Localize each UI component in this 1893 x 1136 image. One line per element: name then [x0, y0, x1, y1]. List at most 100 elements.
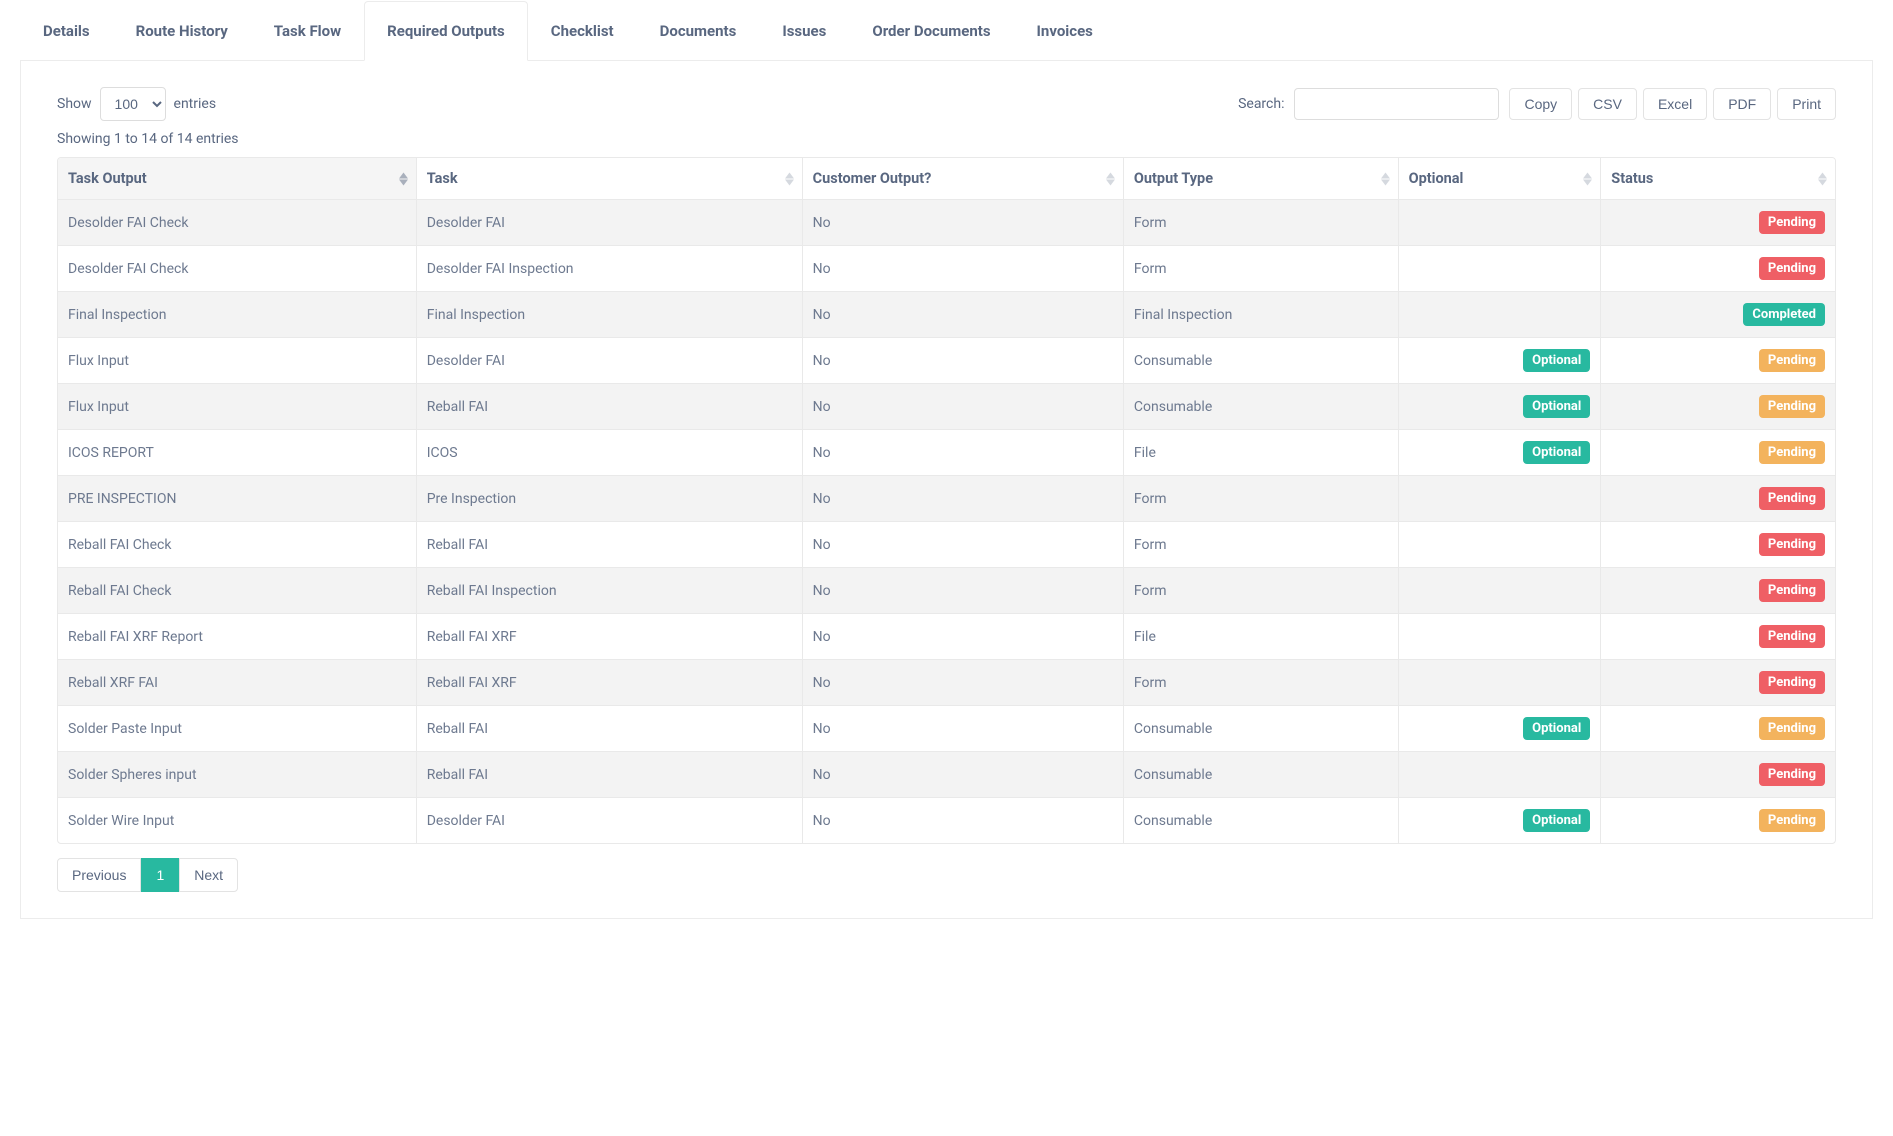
excel-button[interactable]: Excel: [1643, 88, 1707, 120]
cell-status: Pending: [1601, 706, 1835, 752]
cell-output-type: Final Inspection: [1124, 292, 1399, 338]
table-row: PRE INSPECTIONPre InspectionNoFormPendin…: [58, 476, 1835, 522]
status-badge: Pending: [1759, 395, 1825, 418]
cell-task-output: Flux Input: [58, 384, 417, 430]
controls-right: Search: CopyCSVExcelPDFPrint: [1238, 88, 1836, 120]
tab-required-outputs[interactable]: Required Outputs: [364, 1, 528, 61]
cell-task: Reball FAI: [417, 522, 803, 568]
tab-documents[interactable]: Documents: [637, 1, 760, 61]
copy-button[interactable]: Copy: [1509, 88, 1572, 120]
table-controls: Show 100 entries Search: CopyCSVExcelPDF…: [57, 87, 1836, 121]
tab-invoices[interactable]: Invoices: [1014, 1, 1116, 61]
cell-output-type: Consumable: [1124, 706, 1399, 752]
table-row: Flux InputDesolder FAINoConsumableOption…: [58, 338, 1835, 384]
optional-badge: Optional: [1523, 349, 1590, 372]
table-row: Flux InputReball FAINoConsumableOptional…: [58, 384, 1835, 430]
show-label-post: entries: [174, 96, 217, 112]
csv-button[interactable]: CSV: [1578, 88, 1637, 120]
col-task-output[interactable]: Task Output: [58, 158, 417, 200]
status-badge: Pending: [1759, 579, 1825, 602]
cell-output-type: Form: [1124, 568, 1399, 614]
col-customer-output-[interactable]: Customer Output?: [803, 158, 1124, 200]
cell-task: Final Inspection: [417, 292, 803, 338]
entries-control: Show 100 entries: [57, 87, 216, 121]
search-input[interactable]: [1294, 88, 1499, 120]
cell-task-output: Final Inspection: [58, 292, 417, 338]
cell-customer-output: No: [803, 476, 1124, 522]
cell-output-type: Form: [1124, 200, 1399, 246]
status-badge: Pending: [1759, 533, 1825, 556]
cell-output-type: File: [1124, 430, 1399, 476]
cell-output-type: Form: [1124, 522, 1399, 568]
cell-task-output: Desolder FAI Check: [58, 246, 417, 292]
tab-route-history[interactable]: Route History: [113, 1, 251, 61]
cell-optional: Optional: [1399, 430, 1602, 476]
col-optional[interactable]: Optional: [1399, 158, 1602, 200]
cell-task: Reball FAI: [417, 706, 803, 752]
table-row: Solder Paste InputReball FAINoConsumable…: [58, 706, 1835, 752]
cell-optional: [1399, 660, 1602, 706]
optional-badge: Optional: [1523, 809, 1590, 832]
cell-task-output: Solder Spheres input: [58, 752, 417, 798]
cell-optional: [1399, 292, 1602, 338]
tab-panel: Show 100 entries Search: CopyCSVExcelPDF…: [20, 61, 1873, 919]
entries-select[interactable]: 100: [100, 87, 166, 121]
status-badge: Pending: [1759, 671, 1825, 694]
tab-checklist[interactable]: Checklist: [528, 1, 637, 61]
page-1[interactable]: 1: [141, 858, 179, 892]
table-row: Solder Wire InputDesolder FAINoConsumabl…: [58, 798, 1835, 843]
cell-output-type: File: [1124, 614, 1399, 660]
cell-output-type: Consumable: [1124, 798, 1399, 843]
cell-optional: [1399, 200, 1602, 246]
page-prev[interactable]: Previous: [57, 858, 141, 892]
col-status[interactable]: Status: [1601, 158, 1835, 200]
status-badge: Pending: [1759, 257, 1825, 280]
sort-icon: [1583, 172, 1592, 185]
cell-status: Pending: [1601, 660, 1835, 706]
pdf-button[interactable]: PDF: [1713, 88, 1771, 120]
export-buttons: CopyCSVExcelPDFPrint: [1509, 88, 1836, 120]
cell-task: Desolder FAI: [417, 338, 803, 384]
optional-badge: Optional: [1523, 395, 1590, 418]
page-next[interactable]: Next: [179, 858, 238, 892]
cell-customer-output: No: [803, 798, 1124, 843]
table-row: Reball FAI CheckReball FAINoFormPending: [58, 522, 1835, 568]
cell-status: Pending: [1601, 614, 1835, 660]
cell-customer-output: No: [803, 200, 1124, 246]
cell-status: Pending: [1601, 384, 1835, 430]
cell-optional: Optional: [1399, 798, 1602, 843]
tab-issues[interactable]: Issues: [759, 1, 849, 61]
cell-task: Reball FAI XRF: [417, 660, 803, 706]
cell-status: Completed: [1601, 292, 1835, 338]
cell-task-output: Solder Wire Input: [58, 798, 417, 843]
cell-task-output: Reball FAI XRF Report: [58, 614, 417, 660]
status-badge: Pending: [1759, 211, 1825, 234]
cell-output-type: Form: [1124, 476, 1399, 522]
cell-customer-output: No: [803, 246, 1124, 292]
tab-order-documents[interactable]: Order Documents: [849, 1, 1013, 61]
col-label: Task Output: [68, 170, 147, 187]
col-label: Customer Output?: [813, 170, 932, 187]
print-button[interactable]: Print: [1777, 88, 1836, 120]
cell-customer-output: No: [803, 752, 1124, 798]
cell-optional: Optional: [1399, 338, 1602, 384]
tab-task-flow[interactable]: Task Flow: [251, 1, 364, 61]
tab-details[interactable]: Details: [20, 1, 113, 61]
cell-task-output: Reball FAI Check: [58, 568, 417, 614]
search-label: Search:: [1238, 96, 1284, 112]
cell-customer-output: No: [803, 660, 1124, 706]
cell-task: Reball FAI: [417, 752, 803, 798]
cell-output-type: Form: [1124, 660, 1399, 706]
cell-customer-output: No: [803, 614, 1124, 660]
cell-task-output: PRE INSPECTION: [58, 476, 417, 522]
cell-customer-output: No: [803, 706, 1124, 752]
cell-task: Desolder FAI Inspection: [417, 246, 803, 292]
cell-customer-output: No: [803, 522, 1124, 568]
cell-output-type: Consumable: [1124, 338, 1399, 384]
col-task[interactable]: Task: [417, 158, 803, 200]
col-output-type[interactable]: Output Type: [1124, 158, 1399, 200]
table-row: Desolder FAI CheckDesolder FAI Inspectio…: [58, 246, 1835, 292]
table-row: Solder Spheres inputReball FAINoConsumab…: [58, 752, 1835, 798]
cell-task: Reball FAI: [417, 384, 803, 430]
cell-customer-output: No: [803, 338, 1124, 384]
